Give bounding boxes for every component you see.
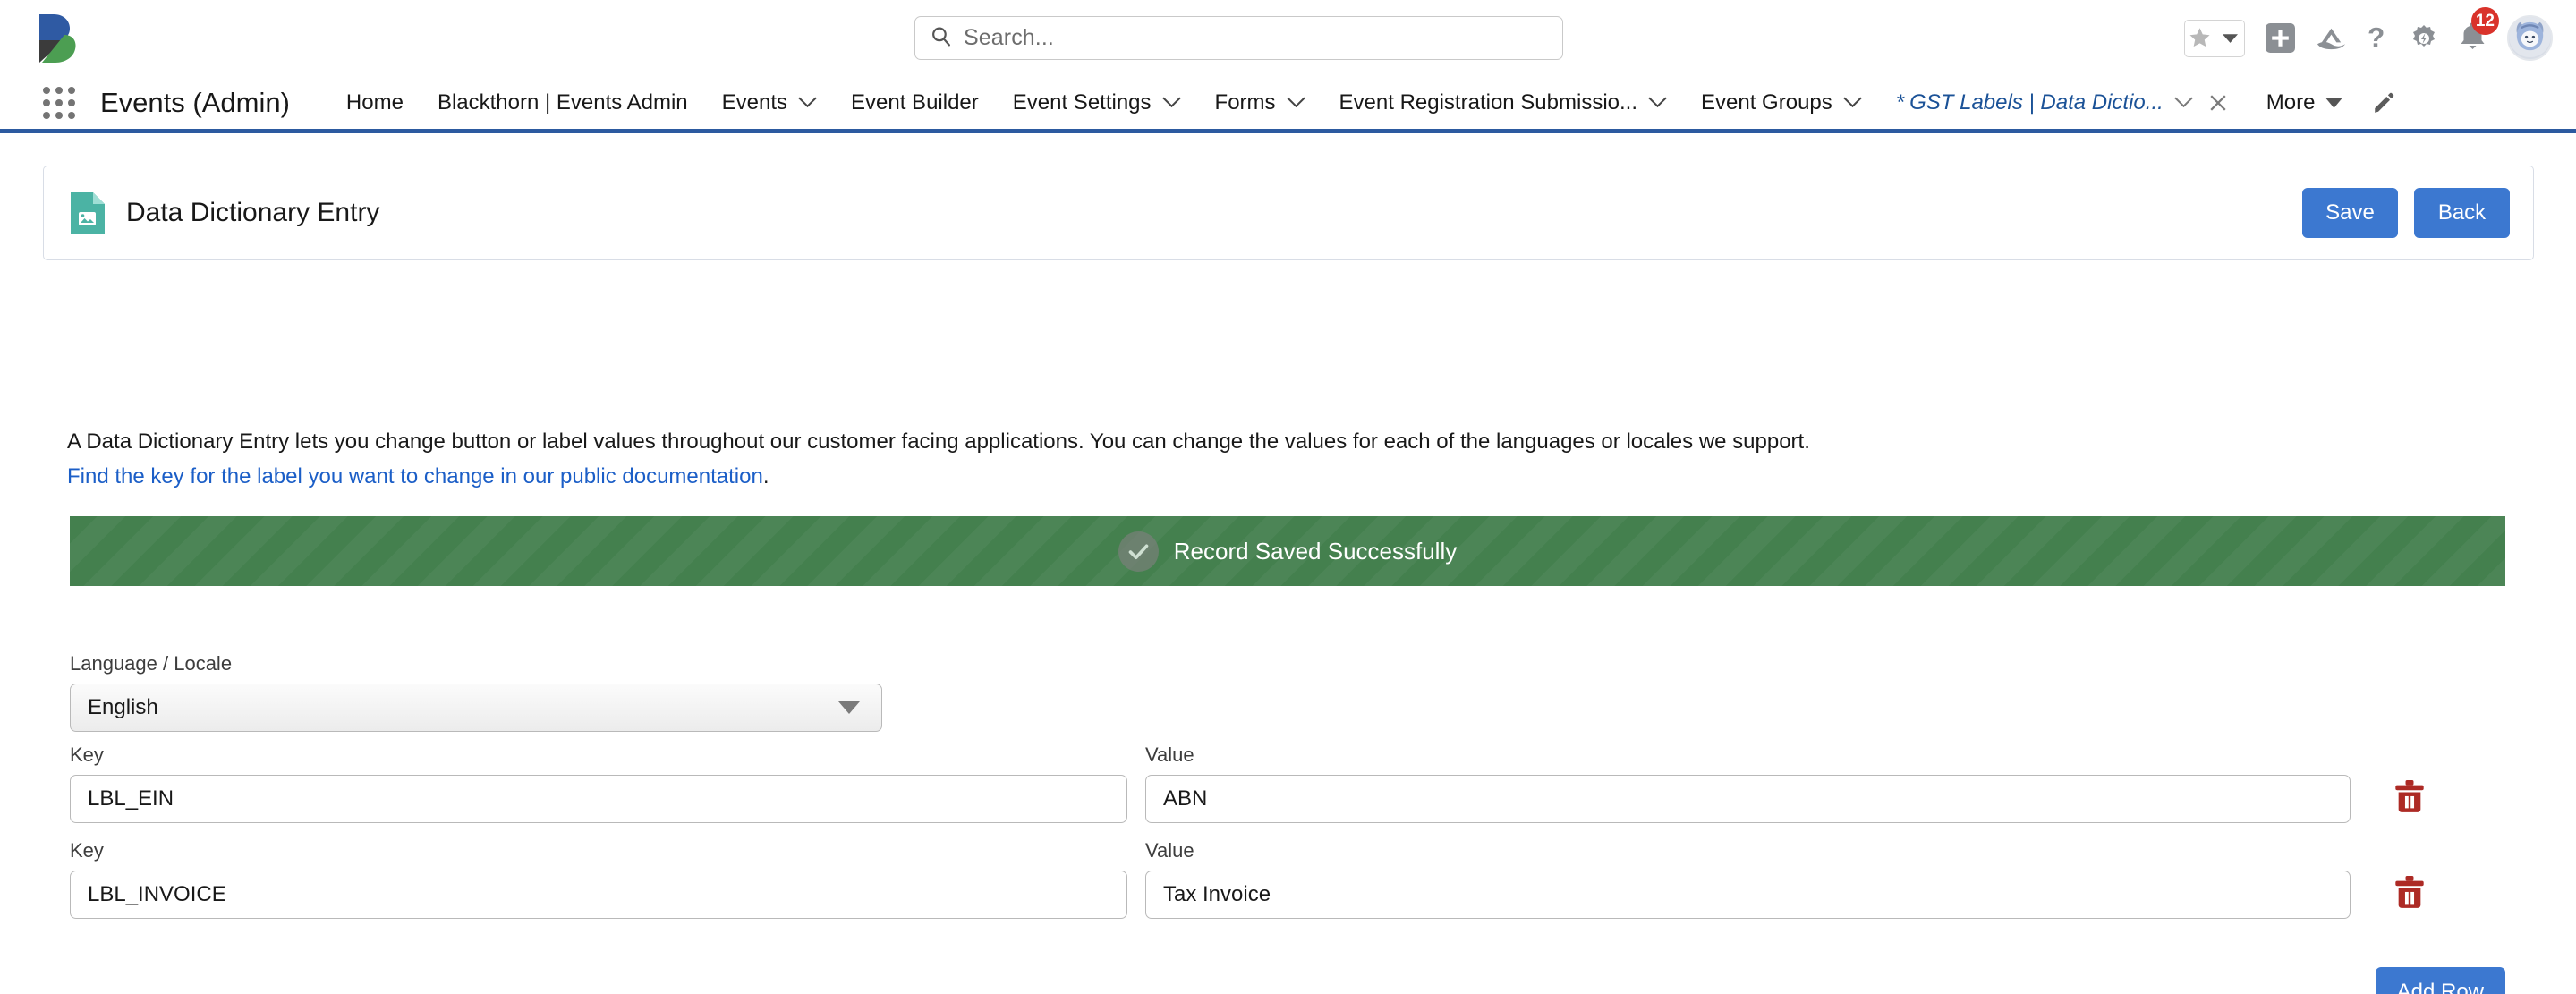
gear-icon[interactable] xyxy=(2410,24,2438,53)
add-row-button[interactable]: Add Row xyxy=(2375,967,2505,994)
chevron-down-icon[interactable] xyxy=(1161,97,1181,108)
nav-item-active-tab[interactable]: * GST Labels | Data Dictio... xyxy=(1879,76,2249,129)
nav-item-label: Forms xyxy=(1214,89,1276,115)
description-line2: Find the key for the label you want to c… xyxy=(67,460,1810,495)
check-circle-icon xyxy=(1118,531,1159,572)
plus-icon[interactable] xyxy=(2266,23,2295,53)
caret-down-icon[interactable] xyxy=(2325,97,2343,108)
question-mark-icon[interactable]: ? xyxy=(2368,23,2389,53)
search-box[interactable]: Search... xyxy=(914,16,1563,60)
locale-select-value[interactable]: English xyxy=(70,684,882,732)
key-field-1: Key xyxy=(70,743,1127,823)
nav-item-label: Event Settings xyxy=(1012,89,1152,115)
key-field-2: Key xyxy=(70,839,1127,919)
trash-icon xyxy=(2394,780,2425,818)
nav-item-label: Event Builder xyxy=(851,89,979,115)
avatar[interactable] xyxy=(2507,15,2553,61)
key-value-rows: Key Value xyxy=(70,743,2505,935)
nav-item-events[interactable]: Events xyxy=(705,76,834,129)
chevron-down-icon[interactable] xyxy=(2174,97,2193,108)
key-label: Key xyxy=(70,839,104,862)
description-line1: A Data Dictionary Entry lets you change … xyxy=(67,429,1810,454)
nav-item-label: Home xyxy=(345,89,404,115)
record-title-group: Data Dictionary Entry xyxy=(71,192,379,234)
svg-text:?: ? xyxy=(2368,23,2385,53)
nav-item-forms[interactable]: Forms xyxy=(1198,76,1322,129)
delete-row-button-1[interactable] xyxy=(2356,775,2463,823)
delete-row-button-2[interactable] xyxy=(2356,871,2463,919)
nav-item-list: Home Blackthorn | Events Admin Events Ev… xyxy=(329,76,2396,129)
locale-select[interactable]: English xyxy=(70,684,882,732)
value-input[interactable] xyxy=(1145,871,2351,919)
global-header: Search... ? 12 xyxy=(0,0,2576,76)
key-input[interactable] xyxy=(70,871,1127,919)
nav-item-event-settings[interactable]: Event Settings xyxy=(996,76,1198,129)
nav-item-home[interactable]: Home xyxy=(329,76,421,129)
value-field-2: Value xyxy=(1145,839,2351,919)
success-banner: Record Saved Successfully xyxy=(70,516,2505,586)
chevron-down-icon[interactable] xyxy=(1843,97,1862,108)
locale-label: Language / Locale xyxy=(70,652,233,675)
app-name[interactable]: Events (Admin) xyxy=(100,87,290,119)
nav-item-blackthorn-events-admin[interactable]: Blackthorn | Events Admin xyxy=(421,76,705,129)
search-input[interactable]: Search... xyxy=(964,25,1054,51)
locale-field: Language / Locale English xyxy=(70,652,882,732)
global-search[interactable]: Search... xyxy=(914,16,1563,60)
nav-item-more[interactable]: More xyxy=(2249,76,2360,129)
header-icon-group: ? 12 xyxy=(2184,0,2553,76)
value-label: Value xyxy=(1145,743,1194,766)
value-input[interactable] xyxy=(1145,775,2351,823)
key-input[interactable] xyxy=(70,775,1127,823)
app-launcher-icon[interactable] xyxy=(43,86,75,119)
blackthorn-logo[interactable] xyxy=(34,13,81,64)
record-actions: Save Back xyxy=(2302,188,2510,238)
chevron-down-icon[interactable] xyxy=(798,97,817,108)
key-label: Key xyxy=(70,743,104,766)
nav-item-label: More xyxy=(2266,89,2316,115)
notifications-bell[interactable]: 12 xyxy=(2459,7,2499,55)
chevron-down-icon[interactable] xyxy=(1286,97,1305,108)
active-tab-label: GST Labels | Data Dictio... xyxy=(1909,89,2164,115)
nav-item-event-registration-submissions[interactable]: Event Registration Submissio... xyxy=(1322,76,1684,129)
nav-item-label: Event Registration Submissio... xyxy=(1339,89,1638,115)
page-title: Data Dictionary Entry xyxy=(126,198,380,227)
pencil-icon[interactable] xyxy=(2359,91,2395,115)
nav-item-label: Event Groups xyxy=(1701,89,1832,115)
add-row-container: Add Row xyxy=(70,967,2505,994)
chevron-down-icon[interactable] xyxy=(1648,97,1667,108)
table-row: Key Value xyxy=(70,743,2505,823)
close-icon[interactable] xyxy=(2204,94,2232,112)
success-banner-text: Record Saved Successfully xyxy=(1173,537,1458,565)
chevron-down-icon[interactable] xyxy=(2215,20,2244,56)
nav-item-label: Blackthorn | Events Admin xyxy=(437,89,688,115)
einstein-icon[interactable] xyxy=(2316,26,2347,50)
nav-item-event-builder[interactable]: Event Builder xyxy=(834,76,996,129)
description-text: A Data Dictionary Entry lets you change … xyxy=(67,425,1810,495)
unsaved-marker: * xyxy=(1895,89,1905,115)
app-navigation-bar: Events (Admin) Home Blackthorn | Events … xyxy=(0,76,2576,133)
value-field-1: Value xyxy=(1145,743,2351,823)
link-period: . xyxy=(762,463,769,489)
save-button[interactable]: Save xyxy=(2302,188,2398,238)
record-header-card: Data Dictionary Entry Save Back xyxy=(43,166,2534,260)
value-label: Value xyxy=(1145,839,1194,862)
star-icon[interactable] xyxy=(2185,21,2215,56)
table-row: Key Value xyxy=(70,839,2505,919)
notification-badge: 12 xyxy=(2470,7,2499,35)
nav-item-label: Events xyxy=(721,89,788,115)
data-dictionary-document-icon xyxy=(71,192,105,234)
favorites-group[interactable] xyxy=(2184,19,2245,57)
search-icon xyxy=(930,25,952,52)
documentation-link[interactable]: Find the key for the label you want to c… xyxy=(67,464,763,489)
nav-item-event-groups[interactable]: Event Groups xyxy=(1684,76,1879,129)
main-content: Data Dictionary Entry Save Back A Data D… xyxy=(0,133,2576,994)
back-button[interactable]: Back xyxy=(2414,188,2510,238)
trash-icon xyxy=(2394,876,2425,913)
